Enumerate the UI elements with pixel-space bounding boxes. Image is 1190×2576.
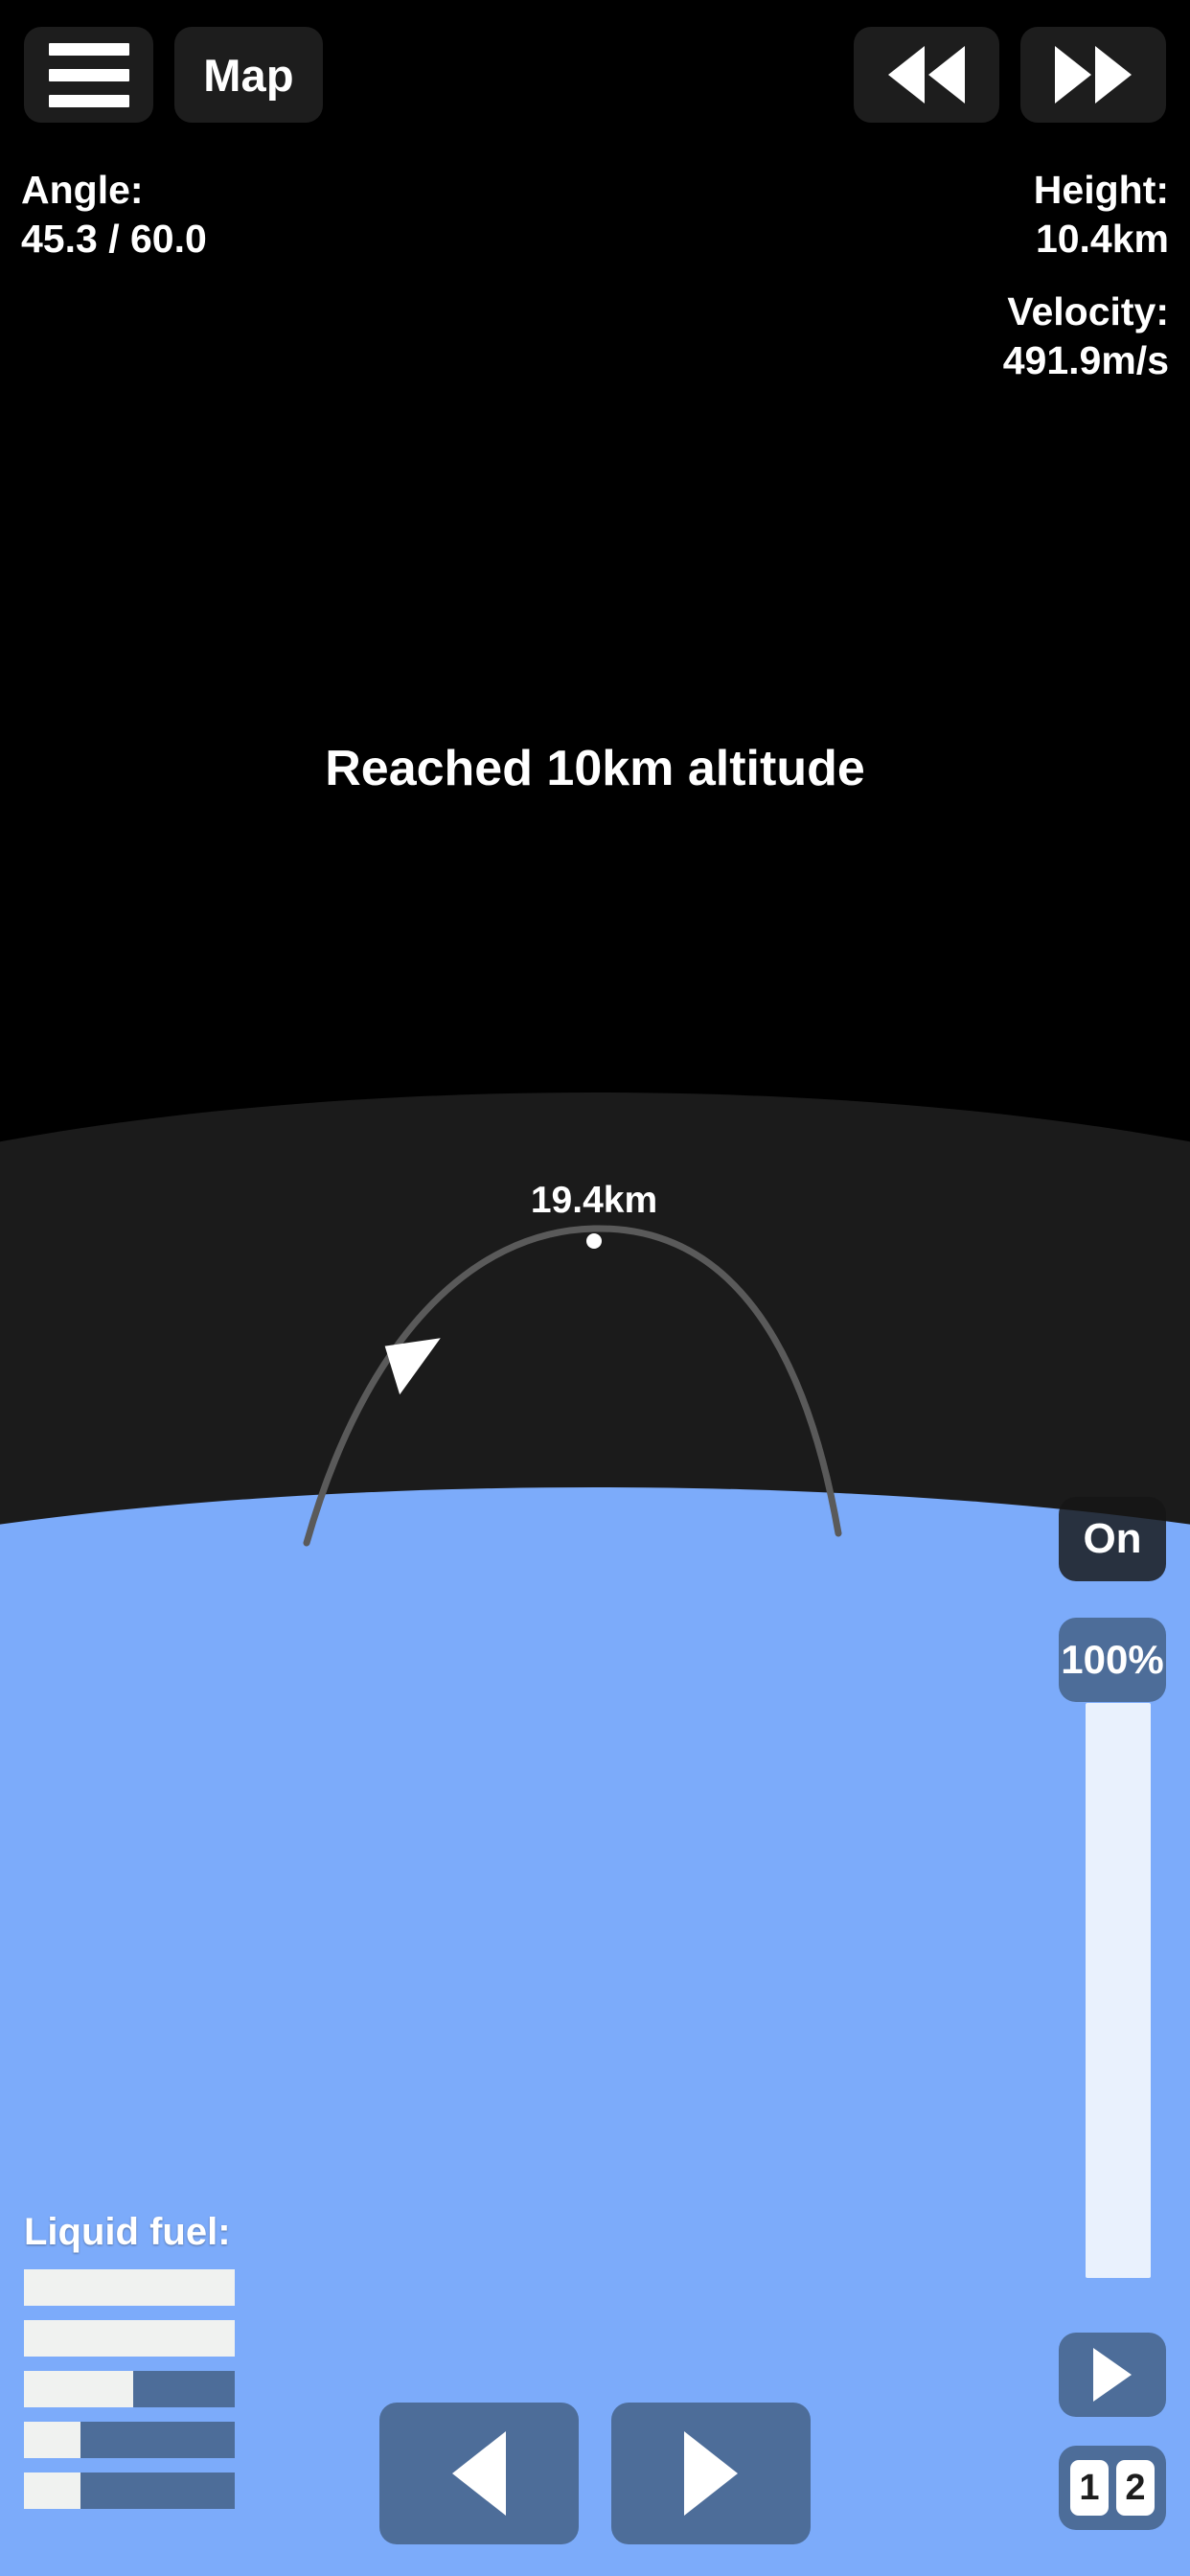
rewind-icon-second	[928, 46, 965, 104]
rotate-right-button[interactable]	[611, 2403, 811, 2544]
arrow-left-icon	[452, 2431, 506, 2516]
velocity-readout: Velocity: 491.9m/s	[1003, 288, 1169, 386]
notification-message: Reached 10km altitude	[325, 741, 865, 796]
engine-toggle-button[interactable]: On	[1059, 1497, 1166, 1581]
hamburger-menu-icon-bar2	[48, 68, 129, 81]
rewind-icon	[888, 46, 925, 104]
fuel-bar-fill	[24, 2320, 235, 2357]
apoapsis-label: 19.4km	[530, 1180, 658, 1221]
fuel-panel-label: Liquid fuel:	[24, 2211, 231, 2253]
menu-button[interactable]	[24, 27, 153, 123]
angle-value: 45.3 / 60.0	[21, 217, 207, 262]
fuel-bar[interactable]	[24, 2269, 235, 2306]
angle-readout: Angle: 45.3 / 60.0	[21, 166, 207, 264]
fuel-bar-fill	[24, 2269, 235, 2306]
timewarp-increase-button[interactable]	[1020, 27, 1166, 123]
timewarp-controls	[854, 27, 1166, 123]
throttle-percent-button[interactable]: 100%	[1059, 1618, 1166, 1702]
play-triangle-icon	[1093, 2348, 1132, 2402]
throttle-slider-fill	[1086, 1703, 1151, 2278]
height-value: 10.4km	[1035, 217, 1169, 262]
velocity-value: 491.9m/s	[1002, 338, 1169, 383]
angle-label: Angle:	[21, 168, 144, 212]
velocity-label: Velocity:	[1007, 289, 1169, 334]
rotation-controls	[0, 2403, 1190, 2544]
fast-forward-icon	[1055, 46, 1091, 104]
world-background	[0, 0, 1190, 2576]
height-label: Height:	[1033, 168, 1169, 212]
arrow-right-icon	[684, 2431, 738, 2516]
fast-forward-icon-second	[1095, 46, 1132, 104]
timewarp-decrease-button[interactable]	[854, 27, 999, 123]
top-left-controls: Map	[24, 27, 323, 123]
rotate-left-button[interactable]	[379, 2403, 579, 2544]
fuel-bar[interactable]	[24, 2320, 235, 2357]
throttle-slider[interactable]	[1086, 1703, 1151, 2278]
hamburger-menu-icon-bar3	[48, 94, 129, 107]
height-readout: Height: 10.4km	[1034, 166, 1169, 264]
map-button[interactable]: Map	[174, 27, 323, 123]
game-screen: Map Angle: 45.3 / 60.0 Height: 10.4km Ve…	[0, 0, 1190, 2576]
hamburger-menu-icon	[48, 42, 129, 56]
